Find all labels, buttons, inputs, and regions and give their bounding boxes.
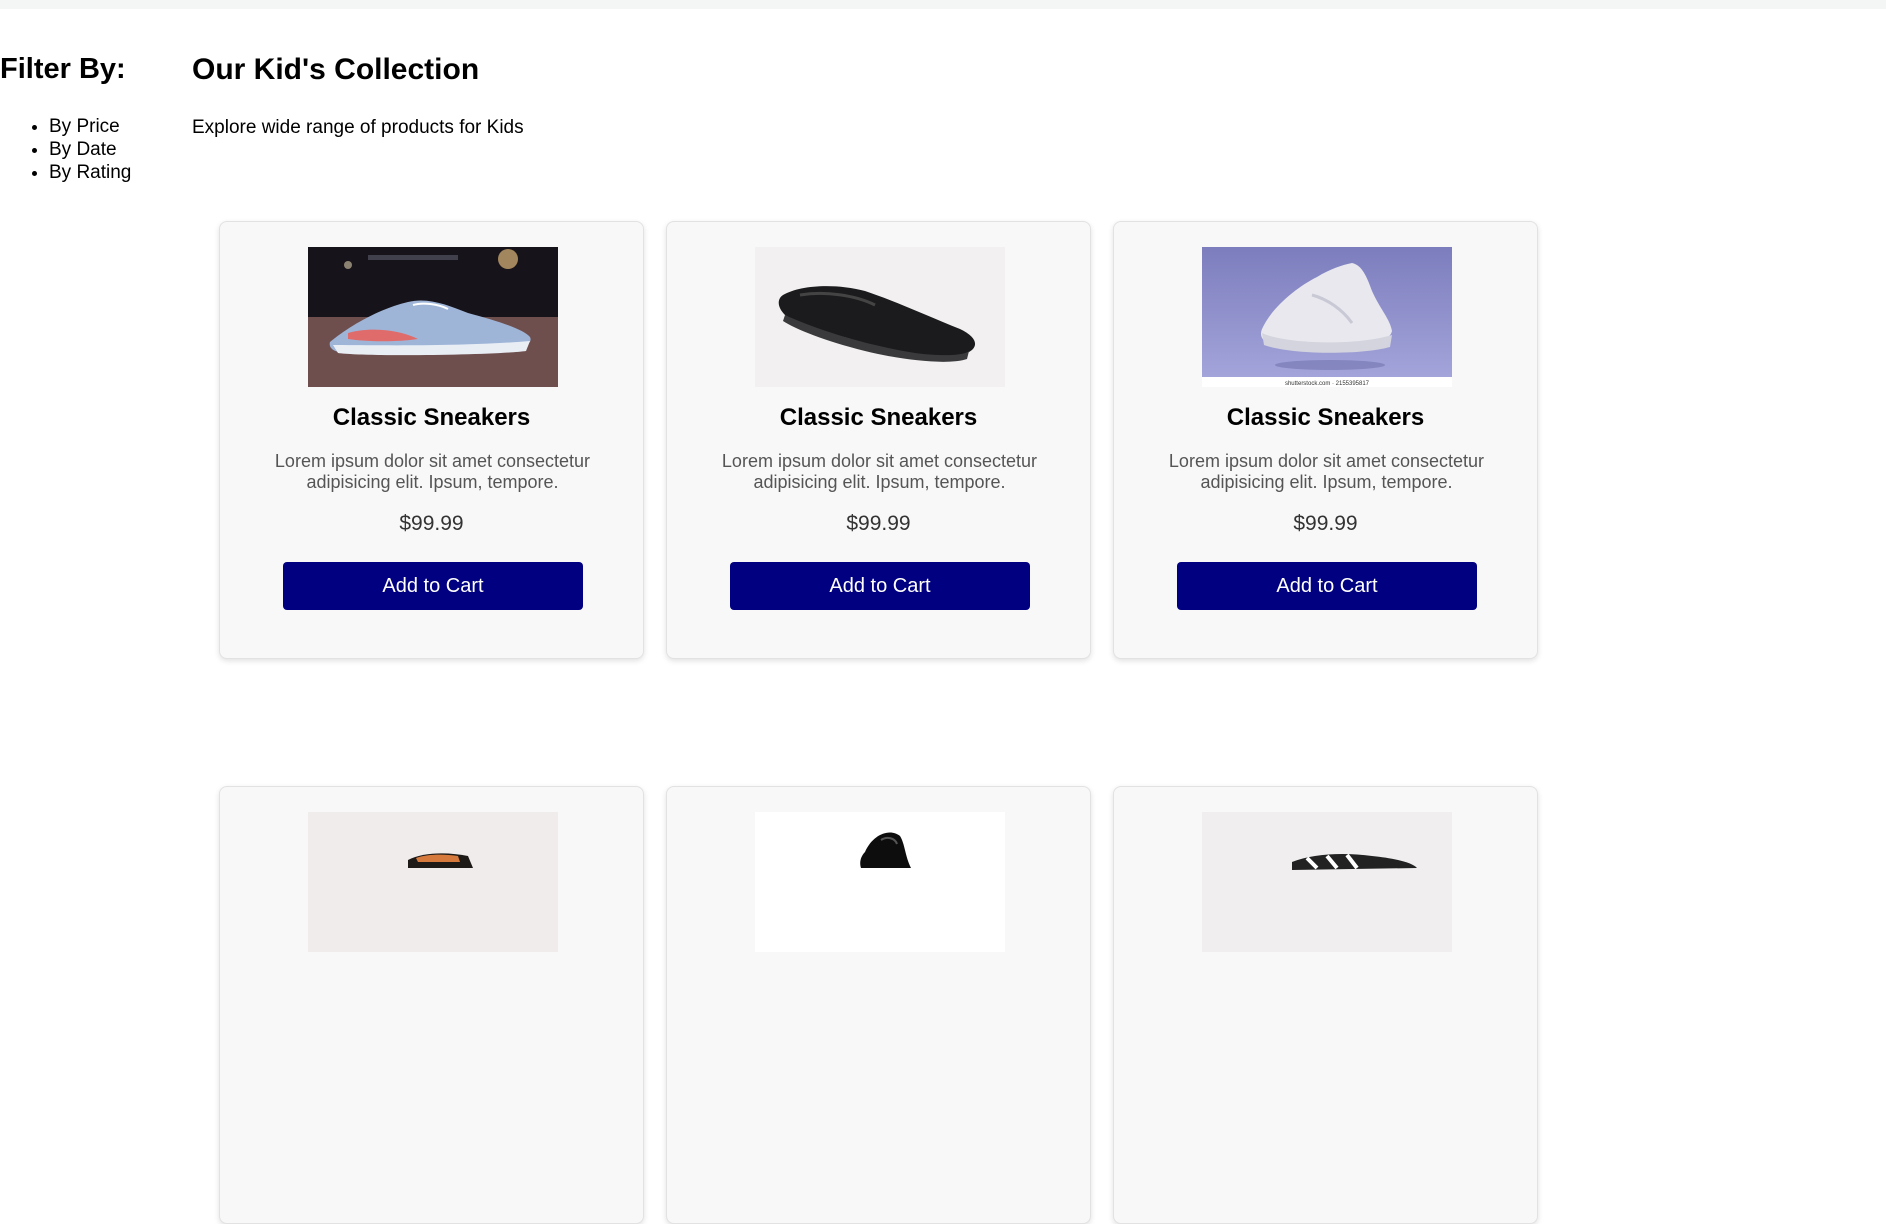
image-watermark: shutterstock.com · 2155395817 (1285, 381, 1370, 387)
product-price: $99.99 (846, 512, 911, 535)
product-card (1113, 786, 1538, 1224)
product-image-white-sneaker: shutterstock.com · 2155395817 (1202, 247, 1452, 387)
product-card: Classic Sneakers Lorem ipsum dolor sit a… (666, 221, 1091, 659)
product-card (219, 786, 644, 1224)
product-image-orange-shoe (308, 812, 558, 952)
filter-by-price[interactable]: By Price (49, 115, 131, 138)
filter-list: By Price By Date By Rating (24, 115, 131, 184)
product-image-striped-sneaker (1202, 812, 1452, 952)
filter-by-rating[interactable]: By Rating (49, 161, 131, 184)
product-price: $99.99 (1293, 512, 1358, 535)
product-description: Lorem ipsum dolor sit amet consectetur a… (274, 451, 591, 492)
product-description: Lorem ipsum dolor sit amet consectetur a… (721, 451, 1038, 492)
product-name: Classic Sneakers (779, 404, 978, 431)
product-card: Classic Sneakers Lorem ipsum dolor sit a… (219, 221, 644, 659)
product-name: Classic Sneakers (332, 404, 531, 431)
add-to-cart-button[interactable]: Add to Cart (1177, 562, 1477, 610)
product-card: shutterstock.com · 2155395817 Classic Sn… (1113, 221, 1538, 659)
product-image-black-loafer (755, 247, 1005, 387)
top-bar (0, 0, 1886, 9)
product-image-black-shoe (755, 812, 1005, 952)
product-image-blue-sneaker (308, 247, 558, 387)
product-description: Lorem ipsum dolor sit amet consectetur a… (1168, 451, 1485, 492)
add-to-cart-button[interactable]: Add to Cart (283, 562, 583, 610)
filter-heading: Filter By: (0, 53, 126, 85)
filter-by-date[interactable]: By Date (49, 138, 131, 161)
page-subtitle: Explore wide range of products for Kids (192, 117, 524, 138)
page-title: Our Kid's Collection (192, 53, 480, 86)
product-name: Classic Sneakers (1226, 404, 1425, 431)
product-price: $99.99 (399, 512, 464, 535)
add-to-cart-button[interactable]: Add to Cart (730, 562, 1030, 610)
product-card (666, 786, 1091, 1224)
